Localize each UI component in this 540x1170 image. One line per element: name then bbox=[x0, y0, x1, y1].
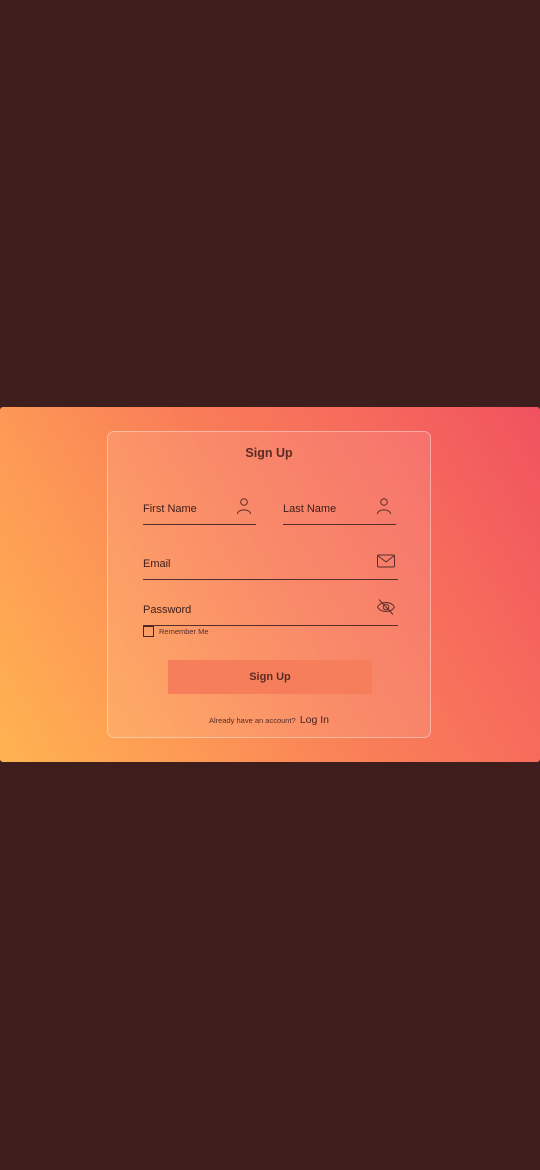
signup-button[interactable]: Sign Up bbox=[168, 660, 372, 694]
password-field[interactable]: Password bbox=[143, 595, 398, 626]
login-prompt-text: Already have an account? bbox=[208, 716, 296, 725]
app-screen: Sign Up First Name Last Name Email Passw… bbox=[0, 0, 540, 1170]
eye-off-icon[interactable] bbox=[376, 597, 396, 617]
envelope-icon bbox=[377, 554, 395, 568]
remember-me-checkbox[interactable] bbox=[143, 625, 154, 637]
last-name-placeholder: Last Name bbox=[283, 503, 337, 515]
login-prompt: Already have an account? Log In bbox=[108, 714, 430, 726]
signup-card: Sign Up First Name Last Name Email Passw… bbox=[107, 431, 431, 738]
remember-me-label: Remember Me bbox=[159, 626, 209, 636]
login-link[interactable]: Log In bbox=[300, 714, 329, 726]
user-icon bbox=[237, 498, 251, 515]
email-placeholder: Email bbox=[143, 558, 171, 570]
form-title: Sign Up bbox=[245, 446, 293, 460]
remember-me-row[interactable]: Remember Me bbox=[143, 624, 209, 638]
email-field[interactable]: Email bbox=[143, 550, 398, 580]
gradient-panel: Sign Up First Name Last Name Email Passw… bbox=[0, 407, 540, 762]
user-icon bbox=[377, 498, 391, 515]
first-name-placeholder: First Name bbox=[143, 503, 197, 515]
first-name-field[interactable]: First Name bbox=[143, 498, 256, 525]
password-placeholder: Password bbox=[143, 604, 192, 616]
last-name-field[interactable]: Last Name bbox=[283, 498, 396, 525]
